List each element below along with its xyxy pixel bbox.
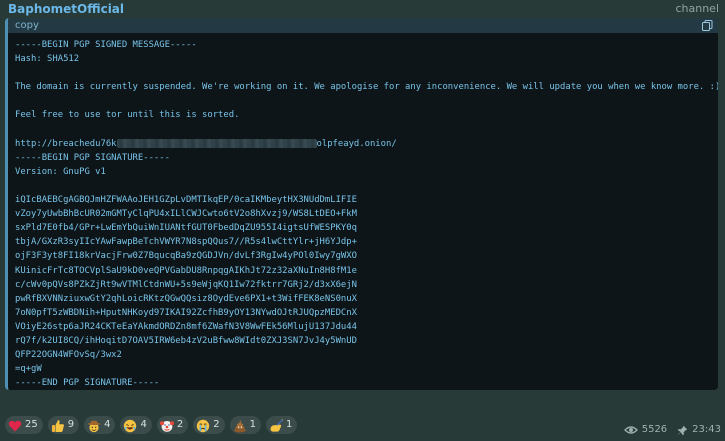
reaction-cowboy[interactable]: 4	[84, 416, 116, 434]
reaction-count: 2	[213, 419, 220, 430]
eye-icon	[623, 426, 638, 434]
code-line: KUinicFrTc8TOCVplSaU9kD0veQPVGabDU8Rnpqg…	[15, 265, 357, 276]
reaction-count: 1	[249, 419, 256, 430]
reaction-poop[interactable]: 1	[229, 416, 261, 434]
clown-icon	[159, 418, 174, 432]
code-line: vZoy7yUwbBhBcUR02mGMTyClqPU4xILlCWJCwto6…	[15, 209, 357, 220]
code-line: VOiyE26stp6aJR24CKTeEaYAkmdORDZn8mf6ZWaf…	[15, 321, 357, 332]
code-line: -----END PGP SIGNATURE-----	[15, 378, 160, 389]
heart-icon	[8, 418, 22, 432]
code-line: ojF3F3yt8FI18krVacjFrw0Z7BqucqBa9zQGDJVn…	[15, 251, 357, 262]
reactions-bar: 25 9 4 4 2 2 1 1	[5, 416, 298, 434]
code-line: 7oN0pfT5zWBDNih+HputNHKoyd97IKAI92ZcfhB9…	[15, 307, 357, 318]
reaction-count: 2	[176, 419, 184, 430]
code-line: QFP22OGN4WFOvSq/3wx2	[15, 350, 122, 361]
copy-icon[interactable]	[702, 20, 713, 31]
reaction-thumbs-up[interactable]: 9	[47, 416, 80, 434]
reaction-count: 1	[285, 419, 293, 430]
crying-icon	[196, 418, 210, 433]
code-line: tbjA/GXzR3syIIcYAwFawpBeTchVWYR7N8spQQus…	[15, 237, 357, 248]
code-block-header: copy	[8, 18, 718, 33]
poop-icon	[233, 418, 247, 433]
onion-url-line[interactable]: http://breachedu76k olpfeayd.onion/	[15, 137, 715, 151]
code-line: rQ7f/k2UI8CQ/ihHoqitD7OAV5IRW6eb4zV2uBfw…	[15, 335, 357, 346]
rofl-icon	[123, 418, 137, 433]
channel-badge: channel	[675, 2, 719, 15]
reaction-count: 25	[25, 419, 38, 430]
thumbs-up-icon	[51, 418, 65, 432]
reaction-count: 4	[104, 419, 111, 430]
code-block[interactable]: copy -----BEGIN PGP SIGNED MESSAGE----- H…	[5, 18, 718, 390]
post-time: 23:43	[692, 424, 721, 435]
reaction-rofl[interactable]: 4	[120, 416, 152, 434]
reaction-writing-hand[interactable]: 1	[265, 416, 298, 434]
channel-post: BaphometOfficial channel copy -----BEGIN…	[0, 0, 725, 441]
reaction-count: 9	[67, 419, 75, 430]
redacted-blur	[116, 138, 317, 148]
code-line: Feel free to use tor until this is sorte…	[15, 110, 240, 121]
code-content[interactable]: -----BEGIN PGP SIGNED MESSAGE----- Hash: …	[15, 38, 718, 390]
reaction-clown[interactable]: 2	[156, 416, 189, 434]
cowboy-icon	[87, 418, 101, 433]
code-line: iQIcBAEBCgAGBQJmHZFWAAoJEH1GZpLvDMTIkqEP…	[15, 195, 357, 206]
code-line: -----BEGIN PGP SIGNATURE-----	[15, 152, 170, 163]
code-line: =q+gW	[15, 364, 42, 375]
code-line: Version: GnuPG v1	[15, 166, 106, 177]
code-line: sxPld7E0fb4/GPr+LwEmYbQuiWnIUANtfGUT0Fbe…	[15, 223, 357, 234]
post-author[interactable]: BaphometOfficial	[8, 2, 124, 16]
pin-icon	[677, 425, 688, 435]
reaction-heart[interactable]: 25	[5, 416, 43, 434]
code-line: Hash: SHA512	[15, 54, 80, 65]
post-meta: 5526 23:43	[623, 424, 721, 436]
view-count: 5526	[641, 424, 668, 435]
code-line: c/cWv0pQVs8PZkZjRt9wVTMlCtdnWU+5s9eWjqKQ…	[15, 279, 357, 290]
code-line: The domain is currently suspended. We're…	[15, 82, 718, 93]
reaction-crying[interactable]: 2	[193, 416, 225, 434]
reaction-count: 4	[140, 419, 147, 430]
url-start: http://breachedu76k	[15, 138, 117, 149]
writing-hand-icon	[269, 418, 283, 432]
url-end: olpfeayd.onion/	[316, 138, 397, 149]
code-line: pwRfBXVNNziuxwGtY2qhLoicRKtzQGwQQsiz8Oyd…	[15, 293, 357, 304]
code-language-label[interactable]: copy	[15, 19, 39, 32]
code-line: -----BEGIN PGP SIGNED MESSAGE-----	[15, 40, 197, 50]
